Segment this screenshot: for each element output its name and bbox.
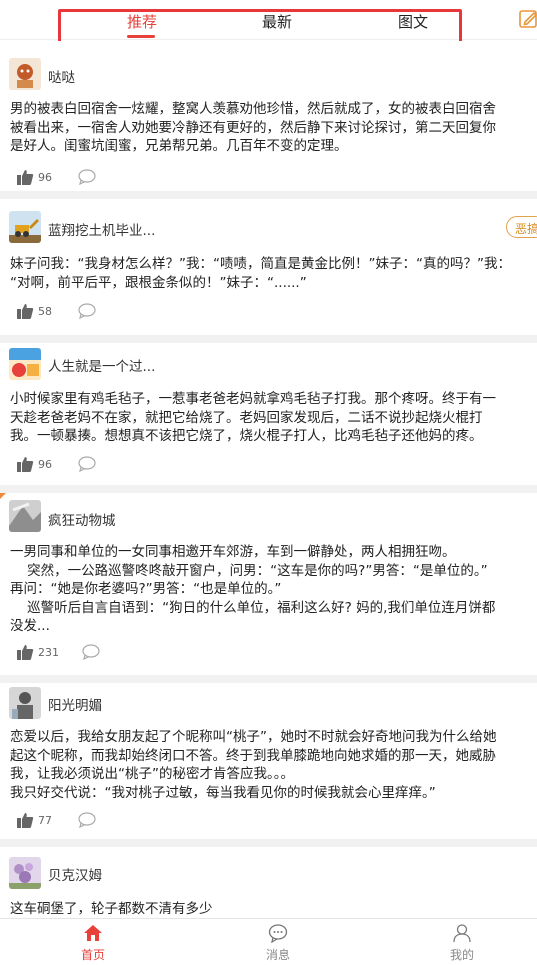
comment-icon[interactable]	[78, 812, 96, 828]
corner-marker	[0, 493, 6, 499]
avatar[interactable]	[9, 58, 41, 90]
profile-icon	[453, 924, 471, 943]
tab-recommend[interactable]: 推荐	[127, 11, 157, 32]
like-count: 96	[38, 458, 52, 471]
post-card[interactable]: 疯狂动物城 一男同事和单位的一女同事相邀开车郊游，车到一僻静处，两人相拥狂吻。 …	[0, 493, 537, 675]
avatar[interactable]	[9, 687, 41, 719]
post-text: 这车硐堡了，轮子都数不清有多少	[10, 901, 213, 917]
username[interactable]: 阳光明媚	[48, 694, 102, 714]
username[interactable]: 蓝翔挖土机毕业...	[48, 219, 155, 239]
nav-label: 首页	[80, 948, 105, 962]
like-count: 77	[38, 814, 52, 827]
nav-home[interactable]: 首页	[57, 919, 127, 965]
bottom-navigation: 首页 消息 我的	[0, 918, 537, 965]
username[interactable]: 疯狂动物城	[48, 509, 116, 529]
comment-icon[interactable]	[78, 456, 96, 472]
post-card[interactable]: 蓝翔挖土机毕业... 恶搞 妹子问我：“我身材怎么样？”我：“啧啧，简直是黄金比…	[0, 199, 537, 335]
post-text: 妹子问我：“我身材怎么样？”我：“啧啧，简直是黄金比例！”妹子：“真的吗？”我：…	[10, 256, 511, 291]
nav-messages[interactable]: 消息	[242, 919, 312, 965]
nav-label: 消息	[265, 948, 290, 962]
post-separator	[0, 485, 537, 493]
avatar[interactable]	[9, 348, 41, 380]
like-count: 231	[38, 646, 59, 659]
edit-icon[interactable]	[518, 8, 537, 30]
thumbs-up-icon[interactable]	[16, 455, 34, 473]
category-badge[interactable]: 恶搞	[506, 216, 537, 238]
thumbs-up-icon[interactable]	[16, 643, 34, 661]
thumbs-up-icon[interactable]	[16, 302, 34, 320]
message-icon	[268, 924, 288, 943]
post-text: 男的被表白回宿舍一炫耀，整窝人羡慕劝他珍惜，然后就成了，女的被表白回宿舍 被看出…	[10, 101, 496, 154]
like-count: 58	[38, 305, 52, 318]
post-separator	[0, 839, 537, 847]
thumbs-up-icon[interactable]	[16, 168, 34, 186]
post-text: 小时候家里有鸡毛毡子，一惹事老爸老妈就拿鸡毛毡子打我。那个疼呀。终于有一 天趁老…	[10, 391, 496, 444]
post-card[interactable]: 阳光明媚 恋爱以后，我给女朋友起了个昵称叫“桃子”，她时不时就会好奇地问我为什么…	[0, 683, 537, 847]
avatar[interactable]	[9, 500, 41, 532]
post-text: 一男同事和单位的一女同事相邀开车郊游，车到一僻静处，两人相拥狂吻。 突然，一公路…	[10, 544, 496, 634]
nav-profile[interactable]: 我的	[426, 919, 496, 965]
username[interactable]: 哒哒	[48, 66, 75, 86]
tab-image-text[interactable]: 图文	[398, 11, 428, 32]
tab-latest[interactable]: 最新	[262, 11, 292, 32]
post-separator	[0, 191, 537, 199]
comment-icon[interactable]	[78, 169, 96, 185]
thumbs-up-icon[interactable]	[16, 811, 34, 829]
nav-label: 我的	[449, 948, 474, 962]
post-card[interactable]: 贝克汉姆 这车硐堡了，轮子都数不清有多少	[0, 847, 537, 918]
username[interactable]: 人生就是一个过...	[48, 355, 155, 375]
post-card[interactable]: 人生就是一个过... 小时候家里有鸡毛毡子，一惹事老爸老妈就拿鸡毛毡子打我。那个…	[0, 343, 537, 485]
like-count: 96	[38, 171, 52, 184]
post-separator	[0, 675, 537, 683]
avatar[interactable]	[9, 857, 41, 889]
avatar[interactable]	[9, 211, 41, 243]
post-text: 恋爱以后，我给女朋友起了个昵称叫“桃子”，她时不时就会好奇地问我为什么给她 起这…	[10, 729, 497, 801]
post-separator	[0, 335, 537, 343]
active-tab-indicator	[127, 35, 155, 38]
comment-icon[interactable]	[78, 303, 96, 319]
home-icon	[84, 925, 102, 941]
comment-icon[interactable]	[82, 644, 100, 660]
post-card[interactable]: 哒哒 男的被表白回宿舍一炫耀，整窝人羡慕劝他珍惜，然后就成了，女的被表白回宿舍 …	[0, 41, 537, 191]
username[interactable]: 贝克汉姆	[48, 864, 102, 884]
top-tab-bar: 推荐 最新 图文	[0, 0, 537, 40]
